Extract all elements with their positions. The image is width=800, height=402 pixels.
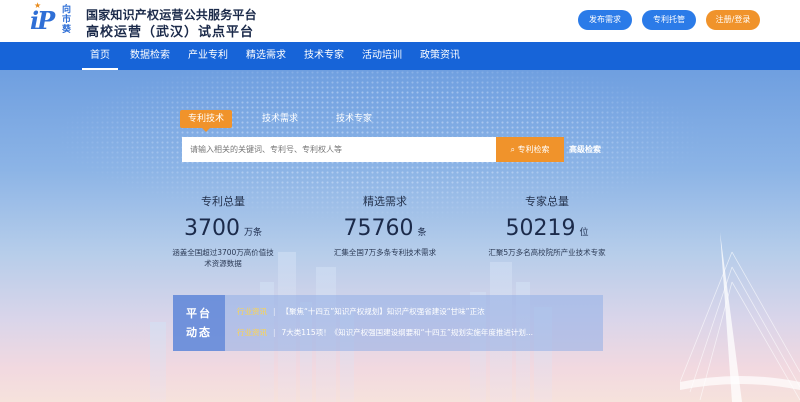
stat-unit: 位 — [579, 228, 589, 238]
stat-label: 精选需求 — [363, 195, 407, 208]
patent-search-button[interactable]: ⌕ 专利检索 — [496, 137, 564, 162]
site-logo[interactable]: ★ iP 向市葵 — [30, 1, 78, 38]
tab-tech-expert[interactable]: 技术专家 — [336, 110, 372, 128]
stat-label: 专利总量 — [201, 195, 245, 208]
dynamics-title-line1: 平台 — [186, 307, 212, 320]
tab-patent-tech[interactable]: 专利技术 — [180, 110, 232, 132]
nav-policy-news[interactable]: 政策资讯 — [420, 42, 460, 70]
stat-patents: 专利总量 3700 万条 涵盖全国超过3700万高价值技术资源数据 — [148, 193, 298, 269]
stat-number: 75760 — [343, 216, 414, 241]
stat-description: 汇集全国7万多条专利技术需求 — [333, 248, 437, 257]
bridge-illustration — [680, 232, 800, 402]
news-separator: | — [273, 328, 276, 337]
stat-unit: 万条 — [243, 228, 262, 238]
news-separator: | — [273, 307, 276, 316]
main-nav: 首页 数据检索 产业专利 精选需求 技术专家 活动培训 政策资讯 — [0, 42, 800, 70]
stat-value: 50219 位 — [472, 216, 622, 241]
stat-number: 3700 — [183, 216, 240, 241]
stat-description: 涵盖全国超过3700万高价值技术资源数据 — [172, 248, 274, 268]
stat-demands: 精选需求 75760 条 汇集全国7万多条专利技术需求 — [310, 193, 460, 258]
news-tag: 行业资讯 — [237, 328, 267, 337]
publish-demand-button[interactable]: 发布需求 — [578, 10, 632, 30]
building — [150, 322, 166, 402]
stat-unit: 条 — [417, 228, 427, 238]
nav-data-search[interactable]: 数据检索 — [130, 42, 170, 70]
nav-home[interactable]: 首页 — [82, 42, 118, 70]
news-item[interactable]: 行业资讯 | 7大类115项！《知识产权强国建设纲要和“十四五”规划实施年度推进计划… — [237, 326, 533, 340]
nav-activities-training[interactable]: 活动培训 — [362, 42, 402, 70]
site-subtitle: 高校运营（武汉）试点平台 — [86, 25, 255, 40]
patent-custody-button[interactable]: 专利托管 — [642, 10, 696, 30]
patent-search-label: 专利检索 — [517, 145, 550, 154]
news-text: 7大类115项！《知识产权强国建设纲要和“十四五”规划实施年度推进计划... — [281, 328, 534, 337]
logo-text: 向市葵 — [62, 5, 72, 35]
nav-tech-experts[interactable]: 技术专家 — [304, 42, 344, 70]
news-tag: 行业资讯 — [237, 307, 267, 316]
platform-dynamics-panel: 平台 动态 行业资讯 | 【聚焦“十四五”知识产权规划】知识产权强省建设“甘味”正浓… — [173, 295, 603, 351]
stat-label: 专家总量 — [525, 195, 569, 208]
advanced-search-link[interactable]: 高级检索 — [569, 144, 601, 155]
search-icon: ⌕ — [510, 145, 518, 154]
tab-tech-demand[interactable]: 技术需求 — [262, 110, 298, 128]
stat-experts: 专家总量 50219 位 汇聚5万多名高校院所产业技术专家 — [472, 193, 622, 258]
register-login-button[interactable]: 注册/登录 — [706, 10, 760, 30]
stat-description: 汇聚5万多名高校院所产业技术专家 — [488, 248, 606, 257]
nav-selected-demands[interactable]: 精选需求 — [246, 42, 286, 70]
news-text: 【聚焦“十四五”知识产权规划】知识产权强省建设“甘味”正浓 — [281, 307, 485, 316]
stat-value: 3700 万条 — [148, 216, 298, 241]
news-item[interactable]: 行业资讯 | 【聚焦“十四五”知识产权规划】知识产权强省建设“甘味”正浓 — [237, 305, 485, 319]
stat-number: 50219 — [505, 216, 576, 241]
dynamics-title: 平台 动态 — [173, 295, 225, 351]
header: ★ iP 向市葵 国家知识产权运营公共服务平台 高校运营（武汉）试点平台 发布需… — [0, 0, 800, 42]
dynamics-title-line2: 动态 — [186, 326, 212, 339]
search-input[interactable] — [182, 137, 496, 162]
nav-industry-patents[interactable]: 产业专利 — [188, 42, 228, 70]
logo-mark: iP — [30, 6, 55, 35]
stat-value: 75760 条 — [310, 216, 460, 241]
